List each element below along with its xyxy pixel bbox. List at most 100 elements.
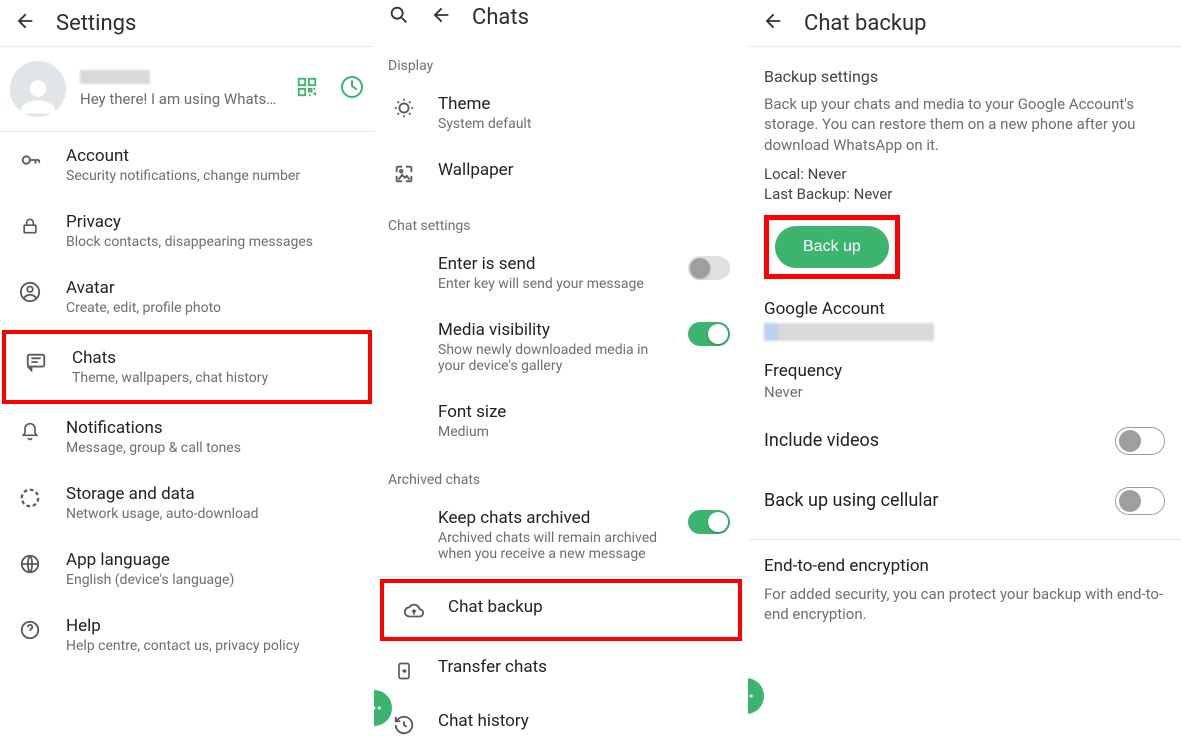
media-vis-sub: Show newly downloaded media in your devi… xyxy=(438,342,666,374)
enter-send-toggle[interactable] xyxy=(688,256,730,280)
account-label: Account xyxy=(66,146,356,166)
backup-button[interactable]: Back up xyxy=(775,226,889,268)
chat-backup-label: Chat backup xyxy=(448,597,720,617)
avatar-sub: Create, edit, profile photo xyxy=(66,300,356,316)
row-wallpaper[interactable]: Wallpaper xyxy=(374,146,748,200)
keep-arch-label: Keep chats archived xyxy=(438,508,666,528)
media-vis-toggle[interactable] xyxy=(688,322,730,346)
enter-send-label: Enter is send xyxy=(438,254,666,274)
settings-item-help[interactable]: Help Help centre, contact us, privacy pol… xyxy=(0,602,374,668)
settings-item-account[interactable]: Account Security notifications, change nu… xyxy=(0,132,374,198)
theme-label: Theme xyxy=(438,94,730,114)
settings-item-chats[interactable]: Chats Theme, wallpapers, chat history xyxy=(2,330,372,404)
add-check-icon[interactable] xyxy=(340,75,364,103)
transfer-label: Transfer chats xyxy=(438,657,730,677)
language-sub: English (device's language) xyxy=(66,572,356,588)
chats-sub: Theme, wallpapers, chat history xyxy=(72,370,350,386)
google-account-option[interactable]: Google Account xyxy=(748,289,1181,351)
chats-label: Chats xyxy=(72,348,350,368)
bell-icon xyxy=(18,420,42,444)
chats-screen: Chats Display ThemeSystem default Wallpa… xyxy=(374,0,748,736)
settings-item-language[interactable]: App language English (device's language) xyxy=(0,536,374,602)
settings-item-notifications[interactable]: Notifications Message, group & call tones xyxy=(0,404,374,470)
row-enter-send[interactable]: Enter is send Enter key will send your me… xyxy=(374,240,748,306)
key-icon xyxy=(18,148,42,172)
storage-sub: Network usage, auto-download xyxy=(66,506,356,522)
transfer-icon xyxy=(392,659,416,683)
wallpaper-icon xyxy=(392,162,416,186)
privacy-label: Privacy xyxy=(66,212,356,232)
qr-icon[interactable] xyxy=(296,76,318,102)
encryption-section[interactable]: End-to-end encryption For added security… xyxy=(748,548,1181,645)
media-vis-label: Media visibility xyxy=(438,320,666,340)
backup-title: Chat backup xyxy=(804,11,927,36)
globe-icon xyxy=(18,552,42,576)
chat-icon xyxy=(24,350,48,374)
chats-title: Chats xyxy=(472,5,529,30)
wallpaper-label: Wallpaper xyxy=(438,160,730,180)
settings-item-privacy[interactable]: Privacy Block contacts, disappearing mess… xyxy=(0,198,374,264)
backup-header: Chat backup xyxy=(748,0,1181,46)
history-label: Chat history xyxy=(438,711,730,731)
font-size-label: Font size xyxy=(438,402,730,422)
chat-backup-screen: Chat backup Backup settings Back up your… xyxy=(748,0,1181,736)
notifications-label: Notifications xyxy=(66,418,356,438)
language-label: App language xyxy=(66,550,356,570)
include-videos-toggle[interactable] xyxy=(1115,427,1165,455)
theme-icon xyxy=(392,96,416,120)
enter-send-sub: Enter key will send your message xyxy=(438,276,666,292)
cellular-label: Back up using cellular xyxy=(764,490,939,511)
row-theme[interactable]: ThemeSystem default xyxy=(374,80,748,146)
help-sub: Help centre, contact us, privacy policy xyxy=(66,638,356,654)
history-icon xyxy=(392,713,416,736)
backup-settings-heading: Backup settings xyxy=(764,67,1165,86)
lock-icon xyxy=(18,214,42,238)
backup-desc: Back up your chats and media to your Goo… xyxy=(764,94,1165,155)
keep-arch-sub: Archived chats will remain archived when… xyxy=(438,530,666,562)
help-icon xyxy=(18,618,42,642)
chats-header: Chats xyxy=(374,0,748,40)
settings-item-storage[interactable]: Storage and data Network usage, auto-down… xyxy=(0,470,374,536)
profile-status: Hey there! I am using WhatsAp… xyxy=(80,90,280,108)
fab-button[interactable] xyxy=(748,678,764,714)
row-chat-history[interactable]: Chat history xyxy=(374,697,748,736)
settings-title: Settings xyxy=(56,11,136,36)
frequency-value: Never xyxy=(764,383,1165,401)
backup-last: Last Backup: Never xyxy=(764,185,1165,203)
privacy-sub: Block contacts, disappearing messages xyxy=(66,234,356,250)
cellular-toggle[interactable] xyxy=(1115,487,1165,515)
search-icon[interactable] xyxy=(388,4,410,30)
avatar-icon xyxy=(18,280,42,304)
row-keep-archived[interactable]: Keep chats archivedArchived chats will r… xyxy=(374,494,748,576)
account-sub: Security notifications, change number xyxy=(66,168,356,184)
row-chat-backup[interactable]: Chat backup xyxy=(380,579,742,641)
keep-arch-toggle[interactable] xyxy=(688,510,730,534)
row-media-visibility[interactable]: Media visibilityShow newly downloaded me… xyxy=(374,306,748,388)
storage-label: Storage and data xyxy=(66,484,356,504)
settings-header: Settings xyxy=(0,0,374,46)
data-icon xyxy=(18,486,42,510)
cellular-row[interactable]: Back up using cellular xyxy=(748,471,1181,531)
help-label: Help xyxy=(66,616,356,636)
font-size-sub: Medium xyxy=(438,424,668,440)
profile-row[interactable]: Hey there! I am using WhatsAp… xyxy=(0,47,374,131)
cloud-backup-icon xyxy=(402,599,426,623)
avatar-label: Avatar xyxy=(66,278,356,298)
avatar xyxy=(10,61,66,117)
backup-local: Local: Never xyxy=(764,165,1165,183)
section-display: Display xyxy=(374,40,748,80)
frequency-option[interactable]: Frequency Never xyxy=(748,351,1181,411)
profile-name-blurred xyxy=(80,70,150,84)
row-transfer-chats[interactable]: Transfer chats xyxy=(374,643,748,697)
section-archived: Archived chats xyxy=(374,454,748,494)
include-videos-label: Include videos xyxy=(764,430,879,451)
google-account-value-blurred xyxy=(764,323,934,341)
include-videos-row[interactable]: Include videos xyxy=(748,411,1181,471)
google-account-label: Google Account xyxy=(764,299,1165,319)
settings-item-avatar[interactable]: Avatar Create, edit, profile photo xyxy=(0,264,374,330)
back-icon[interactable] xyxy=(430,4,452,30)
notifications-sub: Message, group & call tones xyxy=(66,440,356,456)
back-icon[interactable] xyxy=(14,10,36,36)
row-font-size[interactable]: Font size Medium xyxy=(374,388,748,454)
back-icon[interactable] xyxy=(762,10,784,36)
